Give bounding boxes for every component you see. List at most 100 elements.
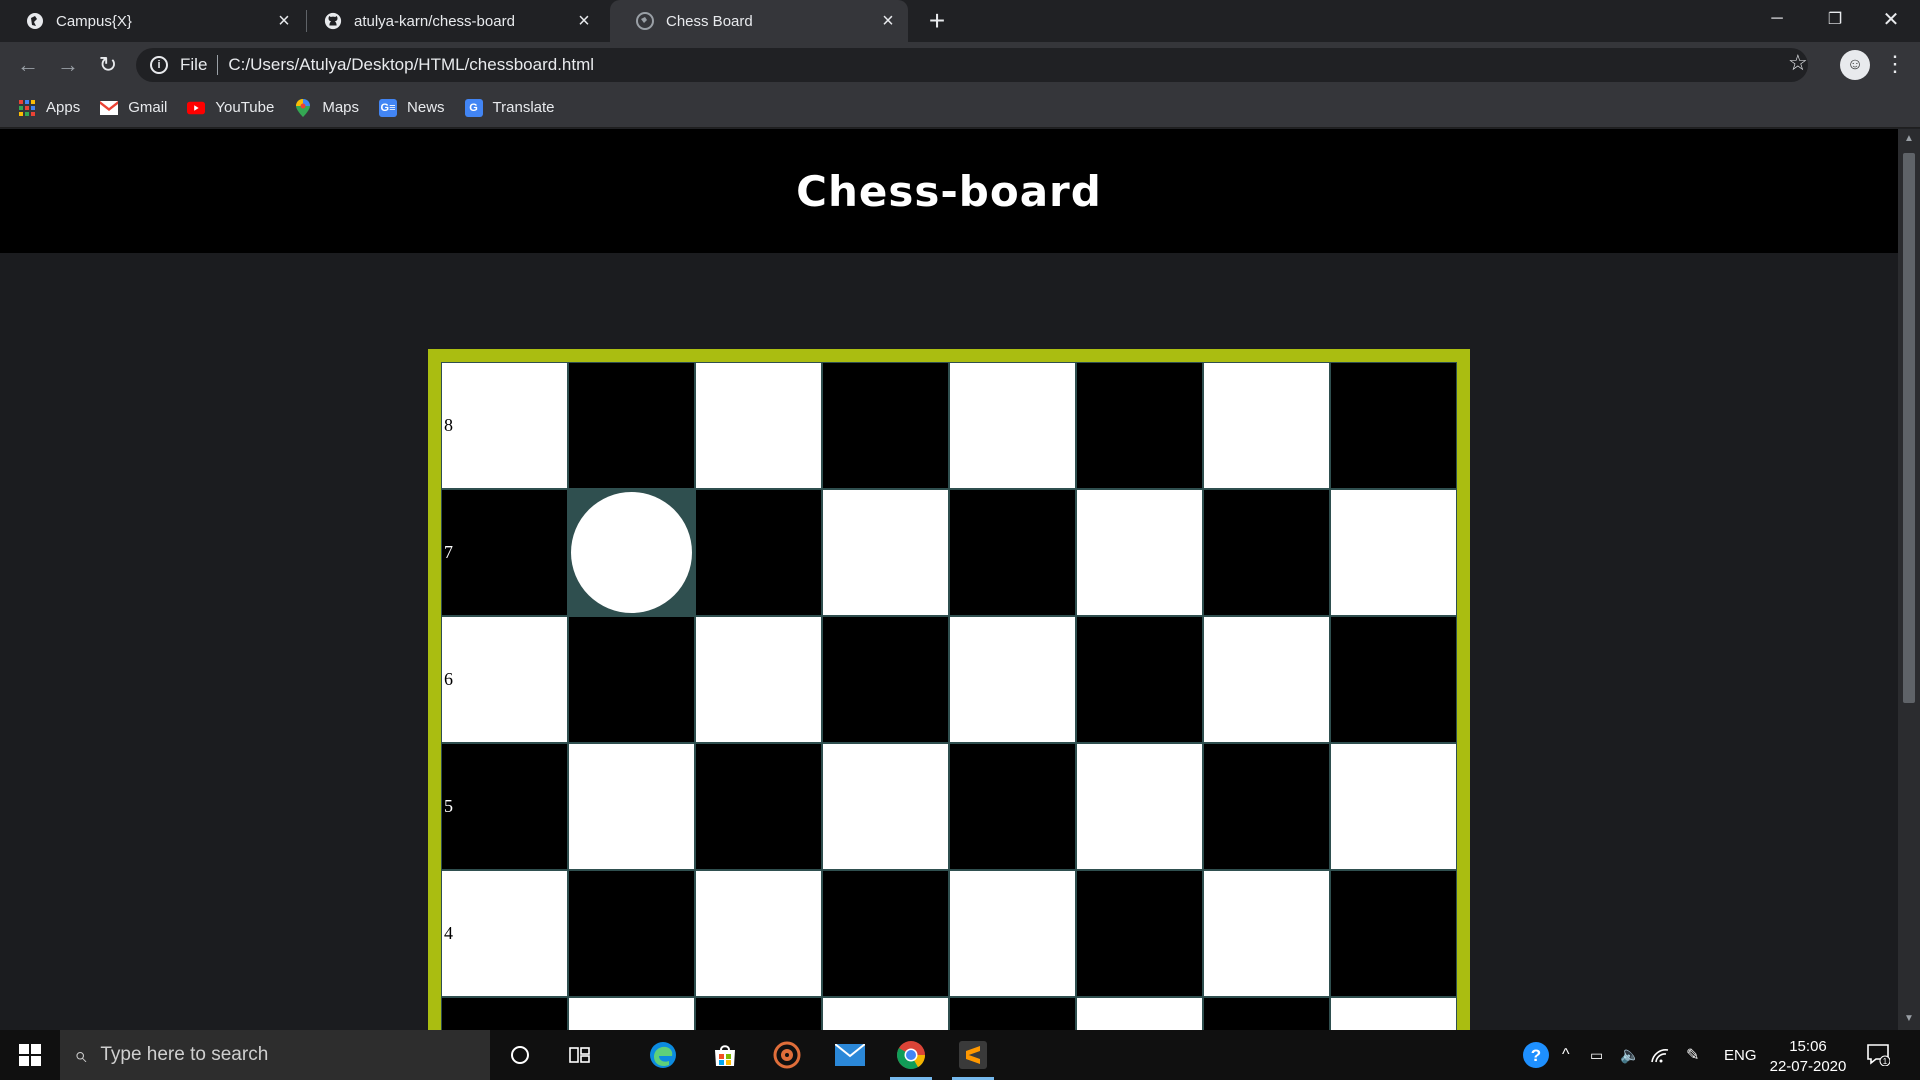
tab-campusx[interactable]: Campus{X} × [0, 0, 306, 42]
board-square[interactable] [1076, 870, 1203, 997]
chrome-icon[interactable] [886, 1035, 936, 1080]
board-square[interactable] [1330, 362, 1457, 489]
board-square[interactable] [822, 362, 949, 489]
board-square[interactable] [949, 362, 1076, 489]
tab-strip: Campus{X} × atulya-karn/chess-board × Ch… [0, 0, 1920, 42]
bookmark-gmail[interactable]: Gmail [100, 99, 167, 117]
mail-icon[interactable] [825, 1035, 875, 1075]
board-square[interactable] [441, 997, 568, 1030]
board-square[interactable] [695, 743, 822, 870]
board-square[interactable] [822, 870, 949, 997]
board-square[interactable] [1203, 489, 1330, 616]
reload-icon[interactable]: ↻ [92, 49, 124, 81]
sublime-text-icon[interactable] [948, 1035, 998, 1080]
board-square[interactable] [1330, 743, 1457, 870]
scroll-down-icon[interactable]: ▼ [1904, 1013, 1914, 1024]
board-square[interactable]: 6 [441, 616, 568, 743]
bookmark-youtube[interactable]: YouTube [187, 99, 274, 117]
board-square[interactable] [568, 997, 695, 1030]
url-text[interactable]: C:/Users/Atulya/Desktop/HTML/chessboard.… [228, 55, 594, 75]
bookmark-news[interactable]: G≡ News [379, 98, 445, 117]
board-square[interactable]: 4 [441, 870, 568, 997]
board-square[interactable] [568, 870, 695, 997]
address-bar[interactable]: i File C:/Users/Atulya/Desktop/HTML/ches… [136, 48, 1808, 82]
close-icon[interactable]: × [272, 9, 296, 33]
board-square[interactable] [822, 743, 949, 870]
menu-icon[interactable]: ⋮ [1884, 51, 1906, 77]
tab-github[interactable]: atulya-karn/chess-board × [306, 0, 606, 42]
board-square[interactable] [695, 616, 822, 743]
page-title: Chess-board [796, 166, 1102, 216]
windows-start-icon[interactable] [0, 1030, 60, 1080]
store-icon[interactable] [700, 1035, 750, 1075]
vertical-scrollbar[interactable]: ▲ ▼ [1898, 129, 1920, 1030]
back-icon[interactable]: ← [12, 49, 44, 81]
cortana-icon[interactable] [495, 1035, 545, 1075]
board-square[interactable]: 5 [441, 743, 568, 870]
clock[interactable]: 15:06 22-07-2020 [1766, 1037, 1850, 1077]
board-square[interactable]: 8 [441, 362, 568, 489]
scroll-thumb[interactable] [1903, 153, 1915, 703]
board-square[interactable] [695, 997, 822, 1030]
board-square[interactable] [1330, 489, 1457, 616]
board-square[interactable] [695, 489, 822, 616]
board-square[interactable]: 7 [441, 489, 568, 616]
chevron-up-icon[interactable]: ^ [1562, 1030, 1570, 1080]
info-icon[interactable]: i [150, 56, 168, 74]
board-square[interactable] [1330, 870, 1457, 997]
board-square[interactable] [949, 489, 1076, 616]
board-square[interactable] [822, 616, 949, 743]
board-square[interactable] [1076, 616, 1203, 743]
bookmark-maps[interactable]: Maps [294, 98, 359, 117]
edge-icon[interactable] [638, 1035, 688, 1075]
new-tab-button[interactable]: + [922, 5, 952, 36]
task-view-icon[interactable] [555, 1035, 605, 1075]
help-icon[interactable]: ? [1522, 1030, 1550, 1080]
minimize-icon[interactable]: ─ [1748, 0, 1806, 38]
board-square[interactable] [822, 997, 949, 1030]
bookmark-star-icon[interactable]: ☆ [1788, 50, 1808, 76]
clock-time: 15:06 [1789, 1038, 1827, 1055]
close-icon[interactable]: × [876, 9, 900, 33]
board-square[interactable] [1330, 997, 1457, 1030]
profile-avatar[interactable]: ☺ [1840, 50, 1870, 80]
media-player-icon[interactable] [762, 1035, 812, 1075]
pen-icon[interactable]: ✎ [1686, 1030, 1699, 1080]
language-indicator[interactable]: ENG [1724, 1030, 1757, 1080]
board-square[interactable] [568, 743, 695, 870]
board-square[interactable] [568, 489, 695, 616]
board-square[interactable] [1203, 616, 1330, 743]
taskbar-search[interactable]: ⌕ Type here to search [60, 1030, 490, 1080]
board-square[interactable] [1203, 997, 1330, 1030]
board-square[interactable] [1203, 743, 1330, 870]
board-square[interactable] [1330, 616, 1457, 743]
board-square[interactable] [1203, 362, 1330, 489]
bookmark-translate[interactable]: G Translate [464, 98, 555, 117]
board-square[interactable] [1203, 870, 1330, 997]
close-icon[interactable]: × [572, 9, 596, 33]
notification-icon[interactable]: 1 [1866, 1042, 1891, 1072]
battery-icon[interactable]: ▭ [1590, 1030, 1603, 1080]
scroll-up-icon[interactable]: ▲ [1904, 133, 1914, 144]
board-square[interactable] [949, 997, 1076, 1030]
volume-icon[interactable]: 🔈 [1620, 1030, 1640, 1080]
close-window-icon[interactable]: ✕ [1862, 0, 1920, 38]
board-square[interactable] [695, 870, 822, 997]
board-square[interactable] [949, 743, 1076, 870]
board-square[interactable] [568, 616, 695, 743]
tab-chess-board[interactable]: Chess Board × [610, 0, 908, 42]
board-square[interactable] [1076, 997, 1203, 1030]
board-square[interactable] [1076, 362, 1203, 489]
bookmark-apps[interactable]: Apps [18, 99, 80, 117]
forward-icon[interactable]: → [52, 49, 84, 81]
restore-icon[interactable]: ❐ [1806, 0, 1864, 38]
board-square[interactable] [822, 489, 949, 616]
board-square[interactable] [949, 616, 1076, 743]
board-square[interactable] [695, 362, 822, 489]
board-square[interactable] [1076, 743, 1203, 870]
board-square[interactable] [568, 362, 695, 489]
board-square[interactable] [949, 870, 1076, 997]
wifi-icon[interactable] [1650, 1030, 1670, 1080]
white-piece[interactable] [571, 492, 692, 613]
board-square[interactable] [1076, 489, 1203, 616]
